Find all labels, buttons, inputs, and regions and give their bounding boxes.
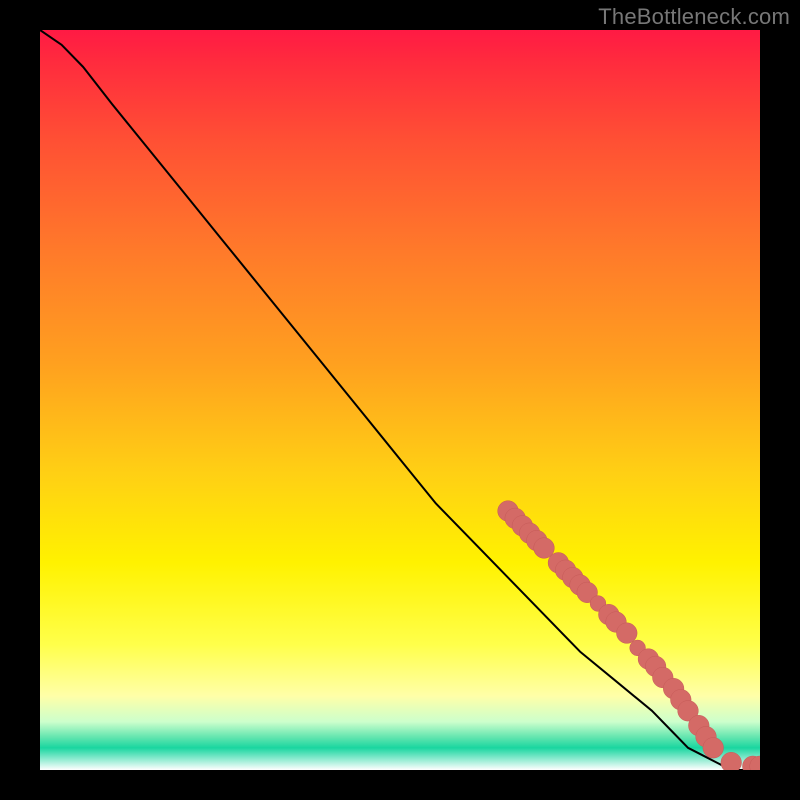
data-marker <box>721 752 742 770</box>
plot-area <box>40 30 760 770</box>
data-marker <box>617 623 638 644</box>
plot-svg <box>40 30 760 770</box>
attribution-label: TheBottleneck.com <box>598 4 790 30</box>
data-marker <box>703 738 724 759</box>
chart-frame: TheBottleneck.com <box>0 0 800 800</box>
